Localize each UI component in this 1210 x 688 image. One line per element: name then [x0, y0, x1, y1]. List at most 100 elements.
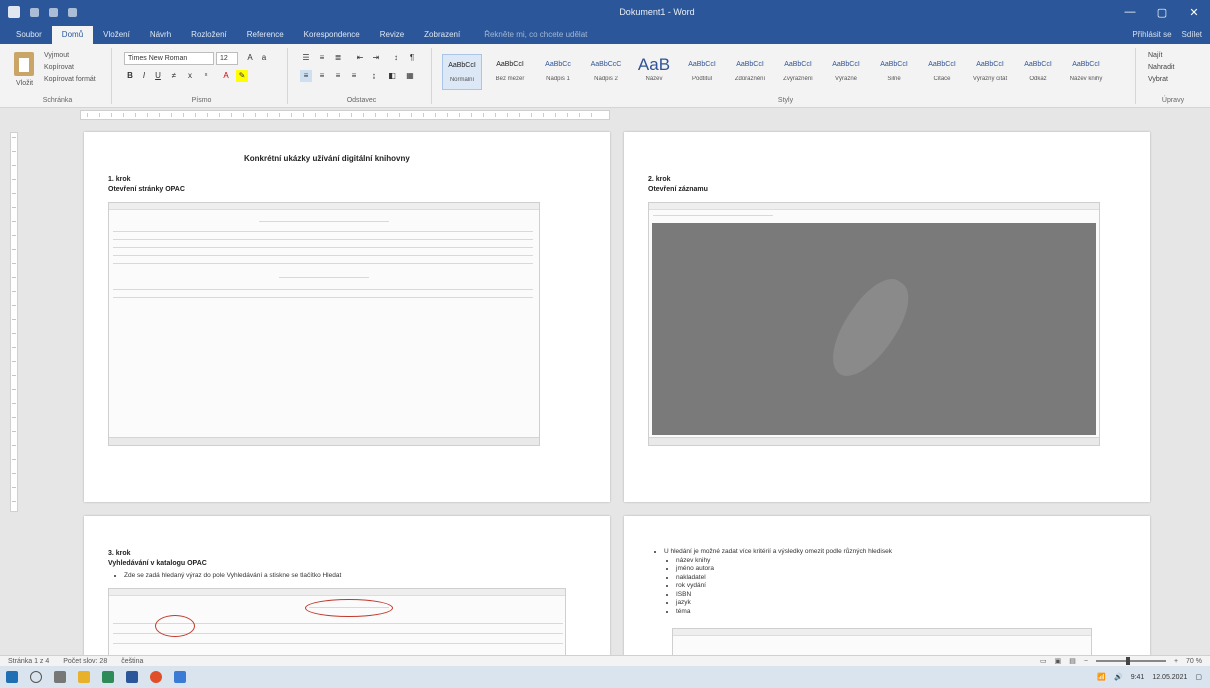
style-9[interactable]: AaBbCcI Výrazné: [826, 54, 866, 90]
word-count[interactable]: Počet slov: 28: [63, 658, 107, 665]
undo-icon[interactable]: [49, 7, 58, 17]
align-center-icon[interactable]: ≡: [316, 70, 328, 82]
file-explorer-icon[interactable]: [78, 671, 90, 683]
find-button[interactable]: Najít: [1148, 52, 1162, 59]
tab-insert[interactable]: Vložení: [93, 26, 140, 44]
replace-button[interactable]: Nahradit: [1148, 64, 1174, 71]
page-1[interactable]: Konkrétní ukázky užívání digitální kniho…: [84, 132, 610, 502]
clock-date[interactable]: 12.05.2021: [1152, 674, 1187, 681]
start-icon[interactable]: [6, 671, 18, 683]
highlight-icon[interactable]: ✎: [236, 70, 248, 82]
style-14[interactable]: AaBbCcI Název knihy: [1066, 54, 1106, 90]
tab-design[interactable]: Návrh: [140, 26, 181, 44]
sort-icon[interactable]: ↕: [390, 52, 402, 64]
network-icon[interactable]: 📶: [1097, 673, 1106, 681]
copy-button[interactable]: Kopírovat: [44, 64, 74, 75]
chrome-icon[interactable]: [150, 671, 162, 683]
zoom-slider-knob[interactable]: [1125, 657, 1130, 665]
tab-references[interactable]: Reference: [237, 26, 294, 44]
zoom-in-icon[interactable]: +: [1174, 658, 1178, 665]
align-left-icon[interactable]: ≡: [300, 70, 312, 82]
style-7[interactable]: AaBbCcI Zdůraznění: [730, 54, 770, 90]
print-layout-icon[interactable]: ▣: [1055, 657, 1062, 665]
increase-indent-icon[interactable]: ⇥: [370, 52, 382, 64]
tab-view[interactable]: Zobrazení: [414, 26, 470, 44]
search-icon[interactable]: [30, 671, 42, 683]
notifications-icon[interactable]: ▢: [1195, 673, 1202, 681]
volume-icon[interactable]: 🔊: [1114, 673, 1123, 681]
save-icon[interactable]: [30, 7, 39, 17]
style-preview: AaBbCcI: [880, 61, 908, 68]
style-5[interactable]: AaB Název: [634, 54, 674, 90]
style-8[interactable]: AaBbCcI Zvýraznění: [778, 54, 818, 90]
app-icon[interactable]: [174, 671, 186, 683]
read-mode-icon[interactable]: ▭: [1040, 657, 1047, 665]
tell-me-box[interactable]: Řekněte mi, co chcete udělat: [470, 26, 587, 44]
multilevel-icon[interactable]: ≣: [332, 52, 344, 64]
minimize-button[interactable]: —: [1114, 0, 1146, 24]
justify-icon[interactable]: ≡: [348, 70, 360, 82]
language-indicator[interactable]: čeština: [121, 658, 143, 665]
pilcrow-icon[interactable]: ¶: [406, 52, 418, 64]
close-button[interactable]: ✕: [1178, 0, 1210, 24]
page-2[interactable]: 2. krok Otevření záznamu: [624, 132, 1150, 502]
font-name-select[interactable]: Times New Roman: [124, 52, 214, 65]
style-name: Podtitul: [691, 76, 712, 82]
paste-icon[interactable]: [14, 52, 34, 76]
excel-icon[interactable]: [102, 671, 114, 683]
page-4[interactable]: U hledání je možné zadat více kritérií a…: [624, 516, 1150, 656]
tab-layout[interactable]: Rozložení: [181, 26, 237, 44]
italic-button[interactable]: I: [138, 70, 150, 82]
shading-icon[interactable]: ◧: [386, 70, 398, 82]
strikethrough-icon[interactable]: ≠: [168, 70, 180, 82]
style-1[interactable]: AaBbCcI Normální: [442, 54, 482, 90]
tab-review[interactable]: Revize: [370, 26, 414, 44]
vertical-ruler[interactable]: [10, 132, 18, 512]
borders-icon[interactable]: ▦: [404, 70, 416, 82]
style-2[interactable]: AaBbCcI Bez mezer: [490, 54, 530, 90]
tab-home[interactable]: Domů: [51, 26, 94, 44]
style-12[interactable]: AaBbCcI Výrazný citát: [970, 54, 1010, 90]
zoom-level[interactable]: 70 %: [1186, 658, 1202, 665]
tab-mailings[interactable]: Korespondence: [294, 26, 370, 44]
grow-font-icon[interactable]: A: [244, 52, 256, 64]
line-spacing-icon[interactable]: ↨: [368, 70, 380, 82]
decrease-indent-icon[interactable]: ⇤: [354, 52, 366, 64]
format-painter-button[interactable]: Kopírovat formát: [44, 76, 96, 87]
underline-button[interactable]: U: [152, 70, 164, 82]
word-taskbar-icon[interactable]: [126, 671, 138, 683]
style-10[interactable]: AaBbCcI Silné: [874, 54, 914, 90]
maximize-button[interactable]: ▢: [1146, 0, 1178, 24]
style-3[interactable]: AaBbCc Nadpis 1: [538, 54, 578, 90]
style-6[interactable]: AaBbCcI Podtitul: [682, 54, 722, 90]
clock-time[interactable]: 9:41: [1131, 674, 1145, 681]
page-count[interactable]: Stránka 1 z 4: [8, 658, 49, 665]
zoom-out-icon[interactable]: −: [1084, 658, 1088, 665]
font-color-icon[interactable]: A: [220, 70, 232, 82]
page-3[interactable]: 3. krok Vyhledávání v katalogu OPAC Zde …: [84, 516, 610, 656]
share-button[interactable]: Sdílet: [1182, 26, 1202, 44]
align-right-icon[interactable]: ≡: [332, 70, 344, 82]
web-layout-icon[interactable]: ▤: [1069, 657, 1076, 665]
task-view-icon[interactable]: [54, 671, 66, 683]
cut-button[interactable]: Vyjmout: [44, 52, 69, 63]
select-button[interactable]: Vybrat: [1148, 76, 1168, 83]
redo-icon[interactable]: [68, 7, 77, 17]
bullets-icon[interactable]: ☰: [300, 52, 312, 64]
font-size-select[interactable]: 12: [216, 52, 238, 65]
superscript-icon[interactable]: ˣ: [200, 70, 212, 82]
document-canvas[interactable]: Konkrétní ukázky užívání digitální kniho…: [0, 120, 1210, 656]
zoom-slider[interactable]: [1095, 657, 1166, 665]
bold-button[interactable]: B: [124, 70, 136, 82]
style-13[interactable]: AaBbCcI Odkaz: [1018, 54, 1058, 90]
numbering-icon[interactable]: ≡: [316, 52, 328, 64]
font-label: Písmo: [191, 97, 212, 104]
style-4[interactable]: AaBbCcC Nadpis 2: [586, 54, 626, 90]
style-11[interactable]: AaBbCcI Citace: [922, 54, 962, 90]
style-preview: AaBbCcI: [784, 61, 812, 68]
subscript-icon[interactable]: x: [184, 70, 196, 82]
horizontal-ruler[interactable]: [80, 110, 610, 120]
tab-file[interactable]: Soubor: [6, 26, 52, 44]
shrink-font-icon[interactable]: a: [258, 52, 270, 64]
sign-in-link[interactable]: Přihlásit se: [1132, 26, 1171, 44]
